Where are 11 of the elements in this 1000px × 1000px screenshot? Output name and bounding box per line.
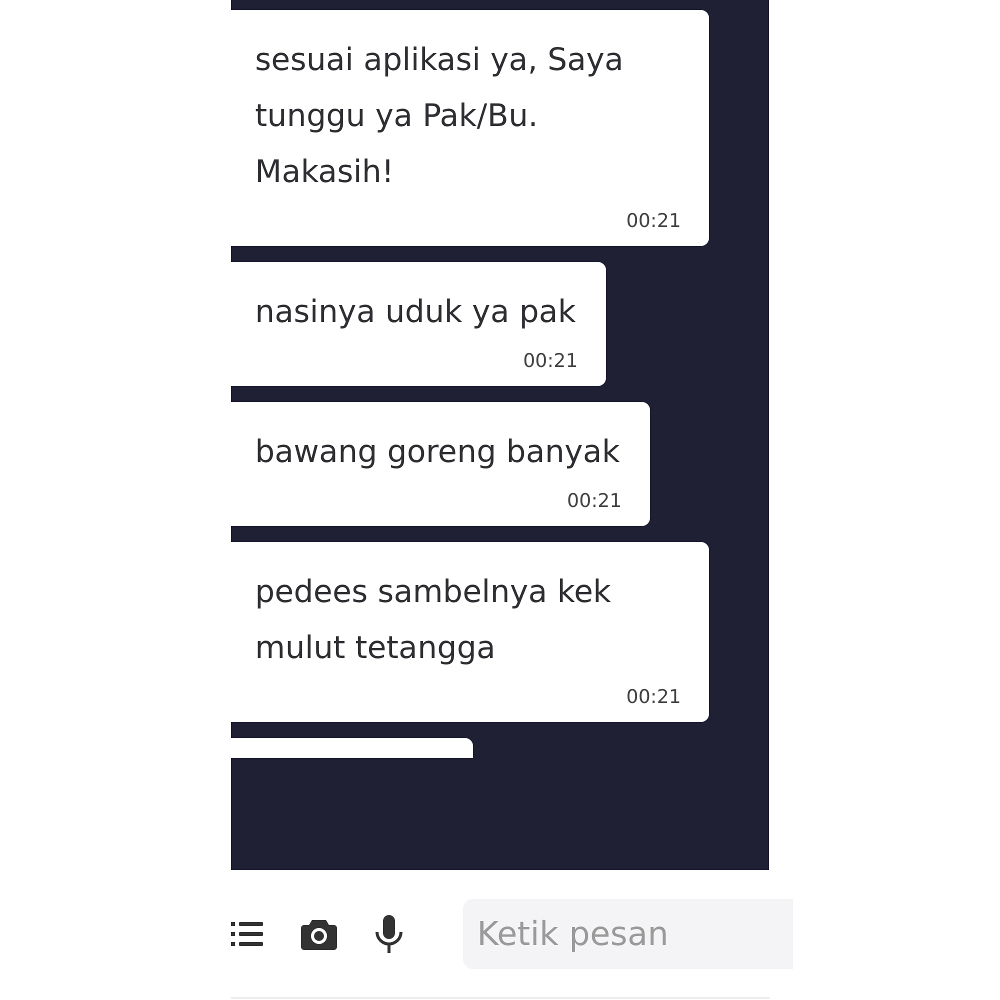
message-time: 00:21 [567, 490, 622, 512]
message-time: 00:21 [523, 350, 578, 372]
microphone-icon[interactable] [375, 914, 403, 952]
message-text: sesuai aplikasi ya, Saya tunggu ya Pak/Bu. Makasih! [255, 41, 624, 192]
message-input-field[interactable]: Ketik pesan [463, 898, 793, 968]
message-text: pedees sambelnya kek mulut tetangga [255, 573, 612, 668]
message-text: nasinya uduk ya pak [255, 293, 576, 332]
message-time: 00:21 [626, 686, 681, 708]
message-text: bawang goreng banyak [255, 433, 620, 472]
message-time: 00:21 [626, 210, 681, 232]
camera-icon[interactable] [301, 917, 337, 950]
